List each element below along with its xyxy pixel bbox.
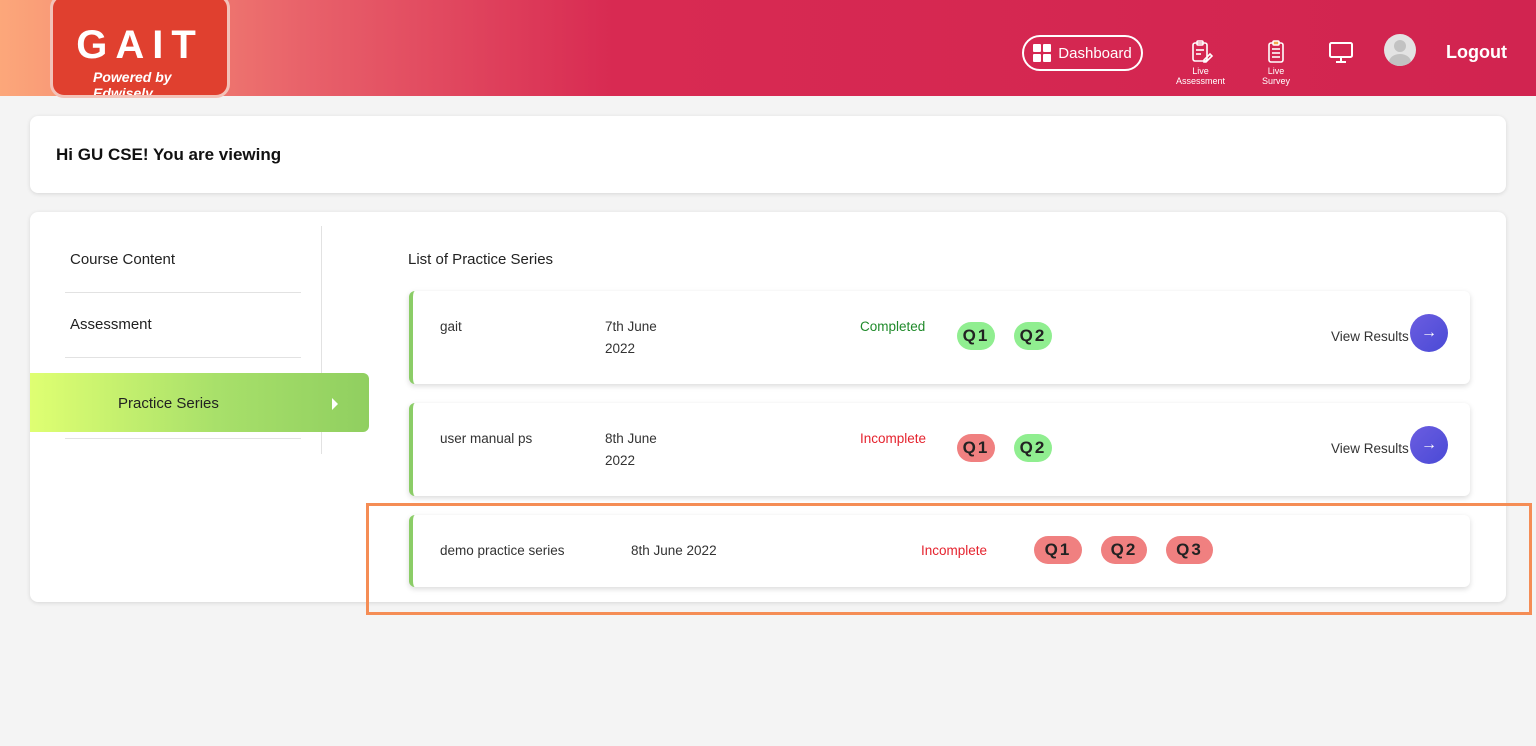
status-text: Incomplete (860, 431, 927, 446)
top-navbar: GAIT Powered by Edwisely Dashboard Live … (0, 0, 1536, 98)
sidebar-item-label: Practice Series (118, 395, 219, 412)
question-badge-q1[interactable]: Q1 (957, 434, 995, 462)
view-results-link[interactable]: View Results (1331, 329, 1409, 344)
clipboard-edit-icon (1191, 40, 1213, 63)
series-date-line-1: 7th June (605, 319, 657, 334)
live-assessment-label-1: Live (1192, 66, 1209, 76)
series-date-line-1: 8th June (605, 431, 657, 446)
dashboard-grid-icon (1033, 44, 1052, 62)
series-date-line-2: 2022 (605, 453, 636, 468)
question-badge-q1[interactable]: Q1 (957, 322, 995, 350)
live-survey-link[interactable]: Live Survey (1262, 40, 1290, 86)
gait-logo[interactable]: GAIT Powered by Edwisely (50, 0, 230, 98)
practice-series-list-title: List of Practice Series (408, 251, 554, 268)
sidebar-separator (65, 292, 301, 293)
logout-button[interactable]: Logout (1446, 42, 1507, 63)
sidebar-item-course-content[interactable]: Course Content (70, 251, 175, 268)
survey-clipboard-icon (1268, 40, 1284, 63)
logo-subtext: Powered by Edwisely (93, 69, 172, 98)
sidebar-item-practice-series[interactable]: Practice Series (30, 373, 369, 432)
live-assessment-label-2: Assessment (1176, 76, 1226, 86)
sidebar-separator (65, 357, 301, 358)
monitor-icon[interactable] (1328, 40, 1354, 69)
greeting-card: Hi GU CSE! You are viewing (30, 116, 1506, 193)
dashboard-button[interactable]: Dashboard (1022, 35, 1143, 71)
greeting-text: Hi GU CSE! You are viewing (56, 145, 282, 164)
live-assessment-link[interactable]: Live Assessment (1176, 40, 1225, 86)
highlight-box (366, 503, 1532, 615)
series-name: user manual ps (440, 431, 533, 446)
sidebar-separator (65, 438, 301, 439)
arrow-right-icon[interactable]: → (1410, 314, 1448, 352)
question-badge-q2[interactable]: Q2 (1014, 434, 1052, 462)
question-badge-q2[interactable]: Q2 (1014, 322, 1052, 350)
status-text: Completed (860, 319, 926, 334)
practice-series-row[interactable]: gait 7th June 2022 Completed Q1 Q2 View … (409, 291, 1470, 384)
live-survey-label-1: Live (1267, 66, 1285, 76)
logo-text: GAIT (76, 23, 204, 67)
view-results-link[interactable]: View Results (1331, 441, 1409, 456)
sidebar-item-assessment[interactable]: Assessment (70, 316, 152, 333)
series-date-line-2: 2022 (605, 341, 636, 356)
dashboard-button-label: Dashboard (1058, 44, 1132, 62)
live-survey-label-2: Survey (1262, 76, 1291, 86)
user-avatar[interactable] (1384, 34, 1416, 66)
series-name: gait (440, 319, 462, 334)
caret-right-icon (332, 398, 338, 410)
practice-series-row[interactable]: user manual ps 8th June 2022 Incomplete … (409, 403, 1470, 496)
arrow-right-icon[interactable]: → (1410, 426, 1448, 464)
